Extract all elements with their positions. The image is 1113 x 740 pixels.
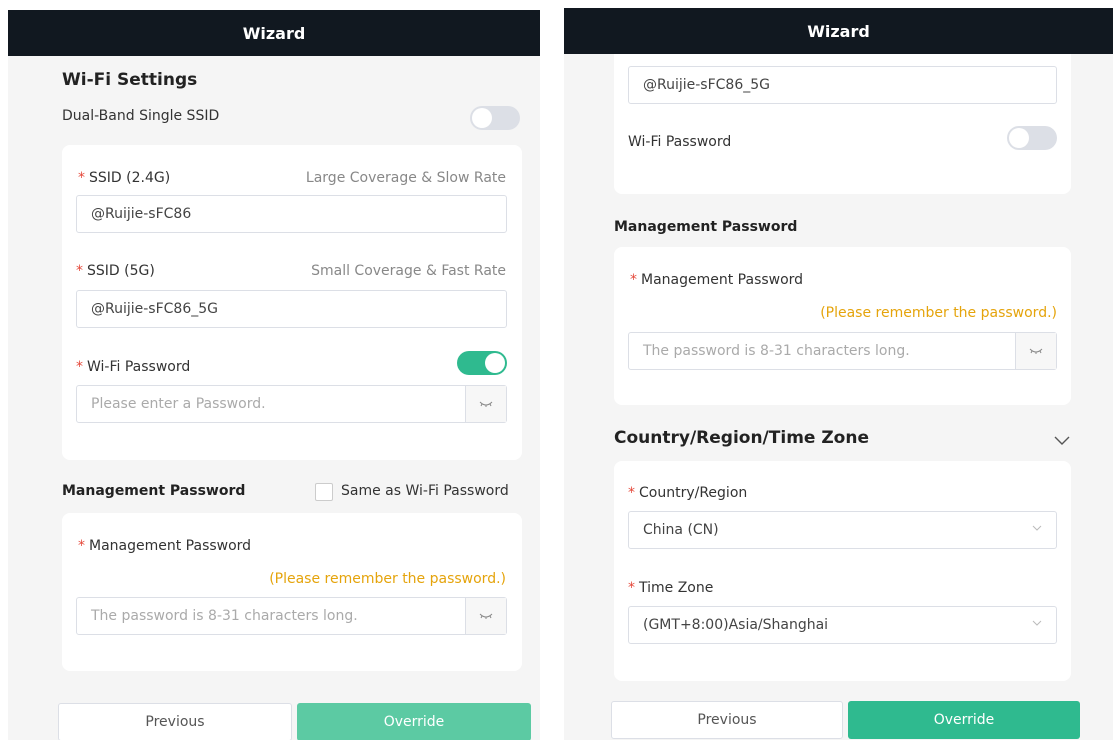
timezone-select[interactable]: (GMT+8:00)Asia/Shanghai — [628, 606, 1057, 644]
country-select[interactable]: China (CN) — [628, 511, 1057, 549]
wizard-panel-left: Wizard Wi-Fi Settings Dual-Band Single S… — [8, 10, 540, 740]
ssid5-input[interactable]: @Ruijie-sFC86_5G — [76, 290, 507, 328]
dual-band-label: Dual-Band Single SSID — [62, 108, 220, 124]
chevron-down-icon[interactable] — [1054, 431, 1070, 450]
mgmt-card: * Management Password (Please remember th… — [614, 247, 1071, 405]
ssid24-input[interactable]: @Ruijie-sFC86 — [76, 195, 507, 233]
wifi-password-label: Wi-Fi Password — [628, 134, 732, 150]
chevron-down-icon — [1032, 525, 1042, 531]
same-as-wifi-checkbox[interactable] — [315, 483, 333, 501]
mgmt-heading: Management Password — [62, 483, 246, 499]
mgmt-password-label: * Management Password — [78, 538, 252, 554]
mgmt-card: * Management Password (Please remember th… — [62, 513, 522, 671]
ssid24-label: * SSID (2.4G) — [78, 170, 171, 186]
ssid-card: * SSID (2.4G) Large Coverage & Slow Rate … — [62, 145, 522, 460]
previous-button[interactable]: Previous — [58, 703, 292, 740]
ssid5-label: * SSID (5G) — [76, 263, 155, 279]
mgmt-password-input[interactable]: The password is 8-31 characters long. — [628, 332, 1057, 370]
eye-closed-icon[interactable] — [465, 598, 506, 634]
override-button[interactable]: Override — [297, 703, 531, 740]
ssid-card-scrolled: @Ruijie-sFC86_5G Wi-Fi Password — [614, 54, 1071, 194]
wifi-password-toggle[interactable] — [457, 351, 507, 375]
region-card: * Country/Region China (CN) * Time Zone (G… — [614, 461, 1071, 681]
same-as-wifi-label: Same as Wi-Fi Password — [341, 483, 509, 499]
wifi-password-input[interactable]: Please enter a Password. — [76, 385, 507, 423]
topbar: Wizard — [564, 8, 1113, 54]
wifi-settings-heading: Wi-Fi Settings — [62, 70, 198, 90]
override-button[interactable]: Override — [848, 701, 1080, 739]
country-label: * Country/Region — [628, 485, 748, 501]
eye-closed-icon[interactable] — [1015, 333, 1056, 369]
ssid24-hint: Large Coverage & Slow Rate — [305, 170, 506, 186]
eye-closed-icon[interactable] — [465, 386, 506, 422]
ssid5-hint: Small Coverage & Fast Rate — [311, 263, 506, 279]
region-heading: Country/Region/Time Zone — [614, 428, 869, 448]
mgmt-password-input[interactable]: The password is 8-31 characters long. — [76, 597, 507, 635]
ssid5-input[interactable]: @Ruijie-sFC86_5G — [628, 66, 1057, 104]
wizard-panel-right: Wizard @Ruijie-sFC86_5G Wi-Fi Password M… — [564, 8, 1113, 740]
wifi-password-label: * Wi-Fi Password — [76, 359, 191, 375]
page-title: Wizard — [807, 21, 870, 41]
topbar: Wizard — [8, 10, 540, 56]
remember-password-note: (Please remember the password.) — [269, 571, 506, 587]
mgmt-heading: Management Password — [614, 219, 798, 235]
dual-band-toggle[interactable] — [470, 106, 520, 130]
remember-password-note: (Please remember the password.) — [820, 305, 1057, 321]
chevron-down-icon — [1032, 620, 1042, 626]
mgmt-password-label: * Management Password — [630, 272, 804, 288]
wifi-password-toggle[interactable] — [1007, 126, 1057, 150]
page-title: Wizard — [242, 23, 306, 43]
timezone-label: * Time Zone — [628, 580, 714, 596]
previous-button[interactable]: Previous — [611, 701, 843, 739]
